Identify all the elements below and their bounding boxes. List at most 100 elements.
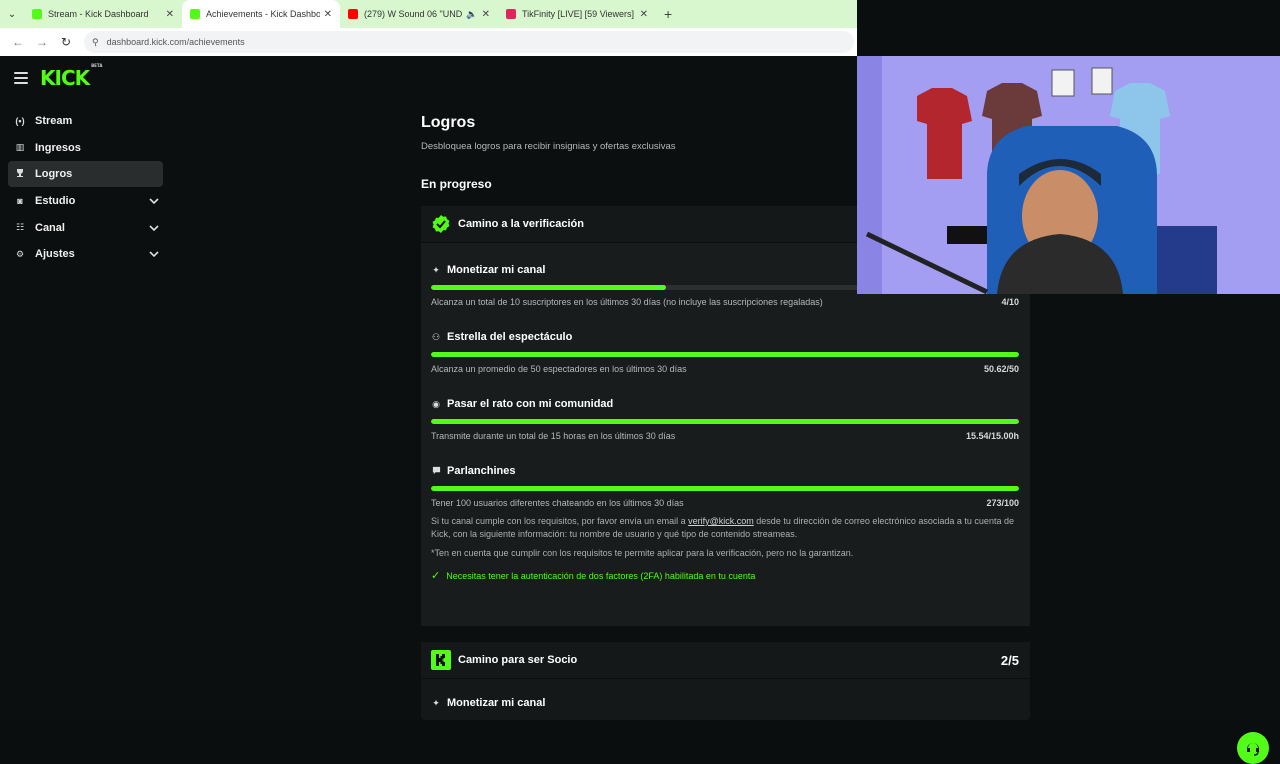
progress-fill — [431, 419, 1019, 424]
requirement-2fa: ✓ Necesitas tener la autenticación de do… — [431, 569, 755, 582]
kick-favicon-icon — [190, 9, 200, 19]
browser-tab-bar: ⌄ Stream - Kick Dashboard ✕ Achievements… — [0, 0, 857, 28]
close-icon[interactable]: ✕ — [324, 9, 332, 20]
page-title: Logros — [421, 114, 476, 131]
verify-email-link[interactable]: verify@kick.com — [688, 516, 754, 526]
achievement-title: Monetizar mi canal — [447, 264, 546, 276]
headset-icon — [1247, 743, 1259, 756]
verified-badge-icon — [432, 215, 450, 233]
support-chat-button[interactable] — [1237, 732, 1269, 764]
speaker-icon[interactable]: 🔈 — [466, 9, 477, 20]
close-icon[interactable]: ✕ — [166, 9, 174, 20]
sidebar-item-label: Canal — [35, 221, 65, 234]
progress-fill — [431, 352, 1019, 357]
achievement-item: ✦ Monetizar mi canal — [431, 697, 1019, 757]
webcam-overlay — [857, 56, 1280, 294]
tab-title: TikFinity [LIVE] [59 Viewers] — [522, 9, 635, 19]
achievement-progress-value: 50.62/50 — [983, 364, 1019, 374]
broadcast-icon: (•) — [15, 116, 25, 126]
tab-title: Stream - Kick Dashboard — [48, 9, 149, 19]
progress-fill — [431, 486, 1019, 491]
sidebar-item-ajustes[interactable]: ⚙ Ajustes — [8, 241, 163, 267]
section-title-in-progress: En progreso — [421, 177, 492, 191]
reload-icon[interactable]: ↻ — [54, 30, 78, 54]
page-subtitle: Desbloquea logros para recibir insignias… — [421, 141, 676, 152]
verification-note: *Ten en cuenta que cumplir con los requi… — [431, 548, 854, 558]
achievement-description: Tener 100 usuarios diferentes chateando … — [431, 498, 684, 508]
chevron-down-icon[interactable] — [149, 196, 159, 206]
check-icon: ✓ — [431, 570, 441, 582]
sidebar: (•) Stream ▥ Ingresos Logros ◙ Estudio ☷… — [8, 108, 163, 268]
achievement-description: Alcanza un total de 10 suscriptores en l… — [431, 297, 823, 307]
chat-bubble-icon — [431, 466, 441, 477]
achievement-item: ⚇ Estrella del espectáculo Alcanza un pro… — [431, 331, 1019, 391]
kick-k-badge-icon — [431, 650, 451, 670]
browser-toolbar: ← → ↻ ⚲ dashboard.kick.com/achievements — [0, 28, 857, 56]
achievement-description: Alcanza un promedio de 50 espectadores e… — [431, 364, 687, 374]
tab-search-button[interactable]: ⌄ — [0, 0, 24, 28]
dashboard-header: KICKBETA — [0, 56, 857, 100]
browser-tab[interactable]: TikFinity [LIVE] [59 Viewers] ✕ — [498, 0, 656, 28]
studio-icon: ◙ — [17, 196, 23, 207]
close-icon[interactable]: ✕ — [482, 9, 490, 20]
card-title: Camino a la verificación — [458, 218, 584, 230]
trophy-icon — [14, 168, 26, 180]
sidebar-item-estudio[interactable]: ◙ Estudio — [8, 188, 163, 214]
sidebar-item-stream[interactable]: (•) Stream — [8, 108, 163, 134]
address-bar-input[interactable]: ⚲ dashboard.kick.com/achievements — [84, 31, 854, 53]
card-body: ✦ Monetizar mi canal Alcanza un total de … — [421, 243, 1030, 626]
achievement-description: Transmite durante un total de 15 horas e… — [431, 431, 676, 441]
sidebar-item-canal[interactable]: ☷ Canal — [8, 215, 163, 241]
requirement-text: Necesitas tener la autenticación de dos … — [446, 570, 756, 581]
card-title: Camino para ser Socio — [458, 654, 578, 666]
progress-bar — [431, 419, 1019, 424]
chart-icon: ▥ — [15, 142, 25, 153]
browser-tab-active[interactable]: Achievements - Kick Dashboard ✕ — [182, 0, 340, 28]
progress-bar — [431, 352, 1019, 357]
sparkle-icon: ✦ — [432, 264, 440, 275]
partner-path-card: Camino para ser Socio 2/5 ✦ Monetizar mi … — [421, 642, 1030, 720]
viewers-icon: ⚇ — [431, 331, 441, 342]
sidebar-item-ingresos[interactable]: ▥ Ingresos — [8, 135, 163, 161]
live-signal-icon: ◉ — [432, 398, 440, 409]
youtube-favicon-icon — [348, 9, 358, 19]
sparkle-icon: ✦ — [432, 697, 440, 708]
achievement-title: Pasar el rato con mi comunidad — [447, 398, 614, 410]
achievement-progress-value: 15.54/15.00h — [965, 431, 1019, 441]
achievement-progress-value: 4/10 — [1001, 297, 1019, 307]
settings-gear-icon: ⚙ — [15, 248, 25, 259]
back-arrow-icon[interactable]: ← — [6, 30, 30, 54]
card-score: 2/5 — [1000, 652, 1019, 668]
sidebar-item-label: Ingresos — [35, 141, 81, 154]
sidebar-item-label: Stream — [35, 115, 73, 127]
browser-tab[interactable]: Stream - Kick Dashboard ✕ — [24, 0, 182, 28]
close-icon[interactable]: ✕ — [640, 9, 648, 20]
sidebar-item-label: Ajustes — [35, 248, 75, 261]
webcam-video-image — [857, 56, 1280, 294]
chevron-down-icon[interactable] — [149, 223, 159, 233]
kick-favicon-icon — [32, 9, 42, 19]
tab-title: (279) W Sound 06 "UNDERGRO — [364, 9, 463, 19]
achievement-item: ◉ Pasar el rato con mi comunidad Transmit… — [431, 398, 1019, 458]
hamburger-menu-icon[interactable] — [14, 72, 28, 84]
forward-arrow-icon[interactable]: → — [30, 30, 54, 54]
achievement-title: Parlanchines — [447, 465, 516, 477]
progress-fill — [431, 285, 667, 290]
channel-icon: ☷ — [15, 222, 25, 233]
achievement-title: Estrella del espectáculo — [447, 331, 573, 343]
chevron-down-icon[interactable] — [149, 249, 159, 259]
browser-tab[interactable]: (279) W Sound 06 "UNDERGRO 🔈 ✕ — [340, 0, 498, 28]
sidebar-item-label: Logros — [35, 168, 73, 181]
achievement-progress-value: 273/100 — [986, 498, 1019, 508]
tikfinity-favicon-icon — [506, 9, 516, 19]
verification-info-text: Si tu canal cumple con los requisitos, p… — [431, 516, 1014, 539]
sidebar-item-logros[interactable]: Logros — [8, 161, 163, 188]
site-info-icon[interactable]: ⚲ — [92, 37, 99, 48]
kick-dashboard: KICKBETA (•) Stream ▥ Ingresos Logros ◙ … — [0, 56, 1280, 764]
kick-logo[interactable]: KICKBETA — [40, 63, 102, 90]
tab-title: Achievements - Kick Dashboard — [206, 9, 320, 19]
sidebar-item-label: Estudio — [35, 195, 76, 208]
new-tab-plus-icon[interactable]: + — [656, 6, 680, 22]
chevron-down-icon: ⌄ — [7, 8, 17, 20]
card-header[interactable]: Camino para ser Socio 2/5 — [421, 642, 1030, 679]
